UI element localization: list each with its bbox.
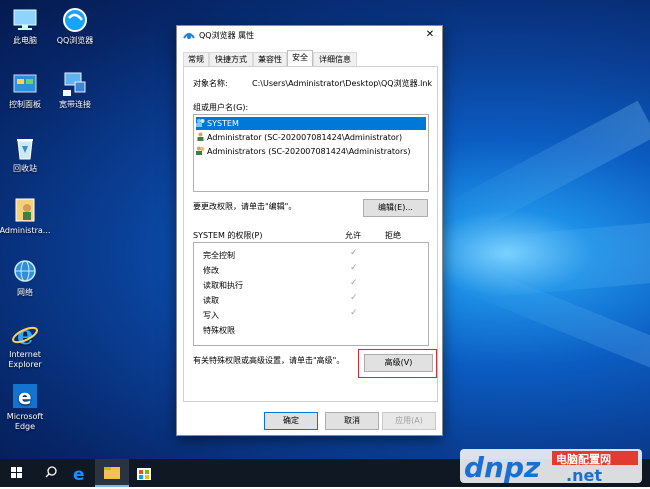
desktop-icon-administrator[interactable]: Administra...: [0, 196, 55, 236]
search-icon: [45, 466, 57, 478]
ok-button[interactable]: 确定: [264, 412, 318, 430]
close-button[interactable]: ✕: [418, 26, 442, 44]
allow-check-icon: ✓: [350, 293, 358, 303]
tab-compatibility[interactable]: 兼容性: [253, 52, 287, 66]
allow-header: 允许: [345, 231, 361, 240]
list-item-label: SYSTEM: [207, 119, 239, 128]
list-item-administrators[interactable]: Administrators (SC-202007081424\Administ…: [196, 145, 411, 158]
dnpz-logo-icon: dnpz 电脑配置网 .net: [460, 449, 642, 485]
qq-browser-icon: [61, 6, 89, 34]
tab-shortcut[interactable]: 快捷方式: [209, 52, 253, 66]
watermark-logo: dnpz 电脑配置网 .net dnpz: [456, 441, 646, 485]
user-folder-icon: [11, 196, 39, 224]
permission-name: 读取: [203, 296, 219, 305]
svg-text:电脑配置网: 电脑配置网: [556, 452, 611, 466]
allow-check-icon: ✓: [350, 308, 358, 318]
desktop-icon-label: 宽带连接: [59, 100, 91, 109]
advanced-hint: 有关特殊权限或高级设置，请单击"高级"。: [193, 356, 345, 365]
svg-text:e: e: [18, 385, 32, 409]
title-bar[interactable]: QQ浏览器 属性 ✕: [177, 26, 442, 44]
recycle-bin-icon: [11, 134, 39, 162]
network-icon: [11, 258, 39, 286]
permission-name: 特殊权限: [203, 326, 235, 335]
highlight-box: [358, 349, 437, 378]
desktop-icon-recycle-bin[interactable]: 回收站: [0, 134, 55, 174]
deny-header: 拒绝: [385, 231, 401, 240]
desktop-icon-label: 网络: [17, 288, 33, 297]
svg-text:e: e: [17, 321, 34, 348]
permission-name: 修改: [203, 266, 219, 275]
group-user-list[interactable]: SYSTEM Administrator (SC-202007081424\Ad…: [193, 114, 429, 192]
svg-text:.net: .net: [566, 466, 602, 485]
list-item-system[interactable]: SYSTEM: [196, 117, 426, 130]
edge-icon: e: [11, 382, 39, 410]
pc-icon: [11, 6, 39, 34]
cancel-button[interactable]: 取消: [325, 412, 379, 430]
control-panel-icon: [11, 70, 39, 98]
edit-button[interactable]: 编辑(E)...: [363, 199, 428, 217]
list-item-label: Administrator (SC-202007081424\Administr…: [207, 133, 403, 142]
permission-name: 读取和执行: [203, 281, 243, 290]
object-name-label: 对象名称:: [193, 79, 228, 88]
allow-check-icon: ✓: [350, 278, 358, 288]
start-button[interactable]: [0, 459, 34, 487]
allow-check-icon: ✓: [350, 263, 358, 273]
light-beam: [443, 100, 650, 240]
tab-security[interactable]: 安全: [287, 50, 313, 66]
change-permissions-hint: 要更改权限，请单击"编辑"。: [193, 202, 297, 211]
allow-check-icon: ✓: [350, 248, 358, 258]
object-name-value: C:\Users\Administrator\Desktop\QQ浏览器.lnk: [252, 79, 433, 88]
user-group-icon: [196, 118, 205, 127]
group-list-label: 组或用户名(G):: [193, 103, 249, 112]
desktop-icon-broadband[interactable]: 宽带连接: [45, 70, 105, 110]
desktop-icon-edge[interactable]: e Microsoft Edge: [0, 382, 55, 432]
network-connection-icon: [61, 70, 89, 98]
svg-text:dnpz: dnpz: [464, 451, 541, 484]
dialog-title: QQ浏览器 属性: [199, 31, 255, 40]
qq-browser-small-icon: [183, 30, 195, 40]
desktop-icon-network[interactable]: 网络: [0, 258, 55, 298]
search-button[interactable]: [34, 459, 68, 487]
user-group-icon: [196, 146, 205, 155]
properties-dialog: QQ浏览器 属性 ✕ 常规 快捷方式 兼容性 安全 详细信息 对象名称: C:\…: [176, 25, 443, 436]
desktop-icon-label: Administra...: [0, 226, 51, 235]
permission-name: 写入: [203, 311, 219, 320]
folder-icon: [104, 467, 120, 479]
apply-button[interactable]: 应用(A): [382, 412, 436, 430]
security-panel: 对象名称: C:\Users\Administrator\Desktop\QQ浏…: [183, 66, 438, 402]
taskbar-explorer[interactable]: [95, 459, 129, 487]
permission-name: 完全控制: [203, 251, 235, 260]
desktop-icon-label: Internet Explorer: [8, 350, 42, 369]
list-item-label: Administrators (SC-202007081424\Administ…: [207, 147, 411, 156]
taskbar-store[interactable]: [127, 459, 161, 487]
permissions-list[interactable]: 完全控制 ✓ 修改 ✓ 读取和执行 ✓ 读取 ✓ 写入 ✓ 特殊权限: [193, 242, 429, 346]
desktop-icon-internet-explorer[interactable]: e Internet Explorer: [0, 320, 55, 370]
edge-icon: e: [73, 465, 85, 485]
light-beam: [467, 221, 650, 299]
user-icon: [196, 132, 205, 141]
ie-icon: e: [11, 320, 39, 351]
windows-logo-icon: [11, 467, 22, 478]
permissions-header: SYSTEM 的权限(P): [193, 231, 263, 240]
desktop-icon-label: 回收站: [13, 164, 37, 173]
svg-text:e: e: [73, 465, 85, 485]
store-icon: [137, 468, 151, 480]
desktop-icon-label: QQ浏览器: [56, 36, 94, 45]
taskbar-edge[interactable]: e: [64, 459, 98, 487]
tab-details[interactable]: 详细信息: [313, 52, 357, 66]
desktop-icon-qq-browser[interactable]: QQ浏览器: [45, 6, 105, 46]
list-item-administrator[interactable]: Administrator (SC-202007081424\Administr…: [196, 131, 402, 144]
tab-general[interactable]: 常规: [183, 52, 209, 66]
desktop-icon-label: Microsoft Edge: [6, 412, 44, 431]
